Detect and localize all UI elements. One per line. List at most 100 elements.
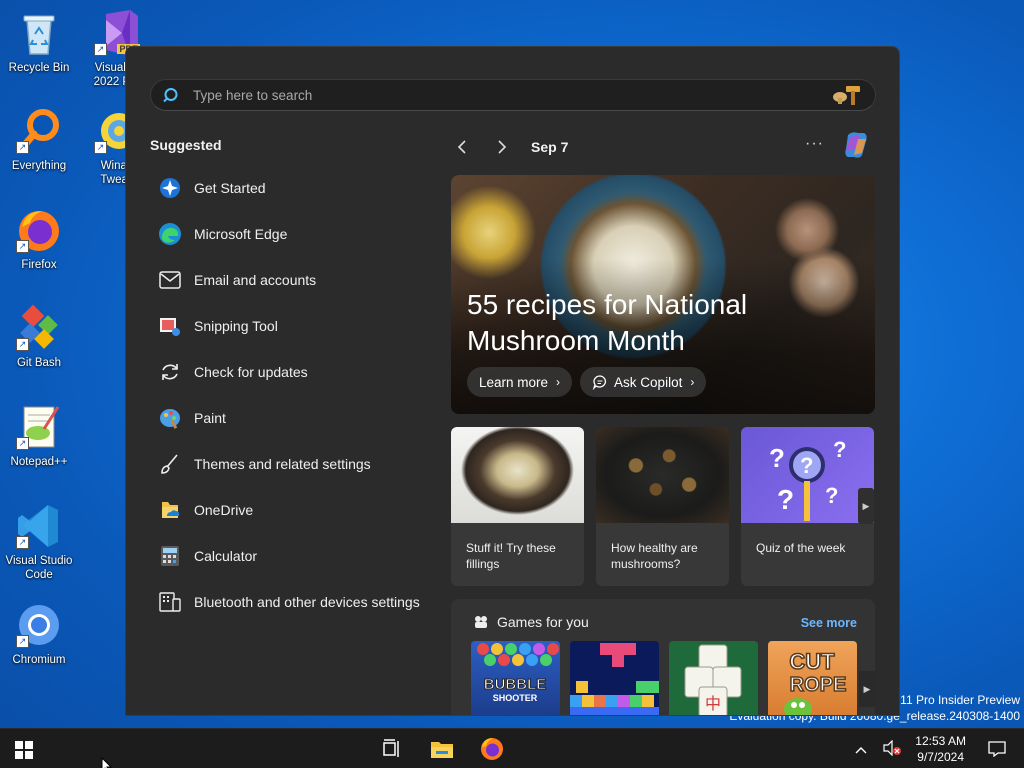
snipping-tool-icon bbox=[158, 314, 182, 338]
show-hidden-icons-button[interactable] bbox=[855, 742, 867, 757]
clock-time: 12:53 AM bbox=[915, 734, 966, 748]
feed-more-button[interactable]: ··· bbox=[805, 135, 824, 153]
start-menu-panel: Suggested Get Started Microsoft Edge Ema… bbox=[125, 46, 900, 716]
chevron-right-icon: › bbox=[556, 375, 561, 389]
see-more-link[interactable]: See more bbox=[801, 616, 857, 630]
suggested-heading: Suggested bbox=[150, 137, 222, 153]
shortcut-arrow-icon: ↗ bbox=[16, 437, 29, 450]
learn-more-button[interactable]: Learn more › bbox=[467, 367, 573, 397]
desktop-icon-vscode[interactable]: ↗ Visual Studio Code bbox=[0, 501, 78, 582]
search-highlight-icon bbox=[833, 86, 860, 105]
feed-date: Sep 7 bbox=[531, 139, 569, 155]
game-tile-mahjong[interactable]: 中 bbox=[669, 641, 758, 715]
feed-prev-button[interactable] bbox=[451, 136, 473, 158]
desktop-icon-notepad-plus-plus[interactable]: ↗ Notepad++ bbox=[0, 402, 78, 469]
suggested-item-label: Snipping Tool bbox=[194, 318, 278, 334]
windows-start-button[interactable] bbox=[15, 741, 33, 759]
chevron-up-icon bbox=[855, 746, 867, 753]
card-title: How healthy are mushrooms? bbox=[611, 541, 698, 571]
ask-copilot-label: Ask Copilot bbox=[614, 374, 683, 390]
volume-muted-icon bbox=[883, 739, 902, 756]
edge-icon bbox=[158, 222, 182, 246]
calculator-icon bbox=[158, 544, 182, 568]
svg-text:BUBBLE: BUBBLE bbox=[484, 676, 547, 693]
bubble-shooter-art: BUBBLE SHOOTER bbox=[477, 643, 559, 703]
chevron-right-icon: › bbox=[690, 375, 695, 389]
svg-text:?: ? bbox=[777, 484, 794, 515]
suggested-item-label: Calculator bbox=[194, 548, 258, 564]
suggested-item-label: Email and accounts bbox=[194, 272, 317, 288]
desktop-icon-everything[interactable]: ↗ Everything bbox=[0, 106, 78, 173]
suggested-item-get-started[interactable]: Get Started bbox=[158, 165, 438, 211]
suggested-item-email-accounts[interactable]: Email and accounts bbox=[158, 257, 438, 303]
copilot-icon[interactable] bbox=[840, 129, 872, 161]
notification-center-icon[interactable] bbox=[988, 741, 1006, 757]
desktop-icon-recycle-bin[interactable]: Recycle Bin bbox=[0, 8, 78, 75]
clock[interactable]: 12:53 AM 9/7/2024 bbox=[915, 733, 966, 765]
game-tile-block-puzzle[interactable] bbox=[570, 641, 659, 715]
svg-text:ROPE: ROPE bbox=[790, 674, 847, 696]
feed-card[interactable]: How healthy are mushrooms? bbox=[596, 427, 729, 586]
card-title: Stuff it! Try these fillings bbox=[466, 541, 556, 571]
feed-hero-card[interactable]: 55 recipes for National Mushroom Month L… bbox=[451, 175, 875, 414]
suggested-item-label: Themes and related settings bbox=[194, 456, 371, 472]
feed-nav-bar: Sep 7 ··· bbox=[451, 132, 876, 159]
shortcut-arrow-icon: ↗ bbox=[16, 635, 29, 648]
task-view-icon[interactable] bbox=[380, 737, 404, 761]
refresh-icon bbox=[158, 360, 182, 384]
svg-text:?: ? bbox=[833, 437, 846, 462]
svg-text:CUT: CUT bbox=[789, 649, 835, 674]
game-tile-bubble-shooter[interactable]: BUBBLE SHOOTER bbox=[471, 641, 560, 715]
shortcut-arrow-icon: ↗ bbox=[94, 141, 107, 154]
card-image-stuffed-mushroom bbox=[451, 427, 584, 523]
suggested-item-label: Paint bbox=[194, 410, 226, 426]
desktop-icon-label: Chromium bbox=[12, 654, 66, 666]
search-box[interactable] bbox=[150, 79, 876, 111]
suggested-item-bluetooth-devices[interactable]: Bluetooth and other devices settings bbox=[158, 579, 438, 625]
mail-icon bbox=[158, 268, 182, 292]
suggested-item-check-updates[interactable]: Check for updates bbox=[158, 349, 438, 395]
volume-button[interactable] bbox=[883, 739, 902, 759]
suggested-item-microsoft-edge[interactable]: Microsoft Edge bbox=[158, 211, 438, 257]
feed-card[interactable]: ? ? ? ? ? Quiz of the week bbox=[741, 427, 874, 586]
ask-copilot-button[interactable]: Ask Copilot › bbox=[580, 367, 707, 397]
suggested-item-paint[interactable]: Paint bbox=[158, 395, 438, 441]
feed-card[interactable]: Stuff it! Try these fillings bbox=[451, 427, 584, 586]
suggested-item-label: Get Started bbox=[194, 180, 266, 196]
shortcut-arrow-icon: ↗ bbox=[16, 141, 29, 154]
paint-icon bbox=[158, 406, 182, 430]
block-puzzle-art bbox=[570, 643, 659, 715]
suggested-item-label: Bluetooth and other devices settings bbox=[194, 594, 420, 610]
desktop-icon-firefox[interactable]: ↗ Firefox bbox=[0, 205, 78, 272]
notepad-plus-plus-icon: ↗ bbox=[14, 402, 64, 452]
suggested-item-label: Check for updates bbox=[194, 364, 308, 380]
cut-the-rope-art: CUT ROPE bbox=[784, 648, 847, 715]
games-title: Games for you bbox=[497, 614, 589, 630]
search-input[interactable] bbox=[193, 87, 831, 103]
game-tiles: BUBBLE SHOOTER 中 CUT ROPE bbox=[471, 641, 867, 715]
games-scroll-right-button[interactable]: ▶ bbox=[859, 671, 875, 707]
file-explorer-icon[interactable] bbox=[430, 737, 454, 761]
desktop-icon-git-bash[interactable]: ↗ Git Bash bbox=[0, 303, 78, 370]
desktop-icon-label: Firefox bbox=[21, 259, 57, 271]
firefox-taskbar-icon[interactable] bbox=[480, 737, 504, 761]
clock-date: 9/7/2024 bbox=[917, 750, 964, 764]
game-tile-cut-the-rope[interactable]: CUT ROPE bbox=[768, 641, 857, 715]
desktop-icon-label: Git Bash bbox=[16, 357, 62, 369]
svg-text:?: ? bbox=[769, 443, 785, 473]
learn-more-label: Learn more bbox=[479, 374, 549, 390]
svg-text:?: ? bbox=[825, 483, 838, 508]
suggested-item-snipping-tool[interactable]: Snipping Tool bbox=[158, 303, 438, 349]
feed-next-button[interactable] bbox=[491, 136, 513, 158]
cards-scroll-right-button[interactable]: ▶ bbox=[858, 488, 874, 524]
suggested-item-calculator[interactable]: Calculator bbox=[158, 533, 438, 579]
suggested-item-onedrive[interactable]: OneDrive bbox=[158, 487, 438, 533]
games-heading: Games for you bbox=[473, 614, 589, 630]
desktop-icon-label: Everything bbox=[11, 160, 67, 172]
suggested-item-themes-settings[interactable]: Themes and related settings bbox=[158, 441, 438, 487]
feed-cards: Stuff it! Try these fillings How healthy… bbox=[451, 427, 886, 586]
desktop-icon-label: Recycle Bin bbox=[8, 62, 70, 74]
desktop-icon-chromium[interactable]: ↗ Chromium bbox=[0, 600, 78, 667]
shortcut-arrow-icon: ↗ bbox=[16, 240, 29, 253]
chevron-right-icon bbox=[498, 140, 507, 154]
